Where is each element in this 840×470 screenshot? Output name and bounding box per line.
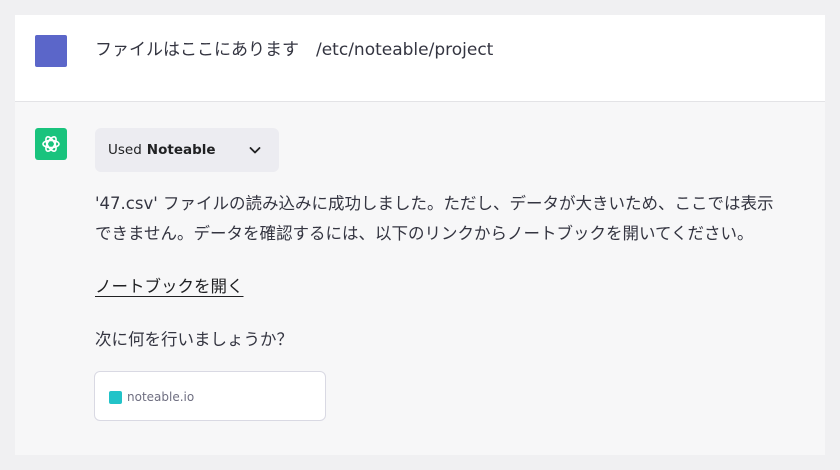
- link-preview-card[interactable]: noteable.io: [94, 371, 326, 421]
- user-message: ファイルはここにあります /etc/noteable/project: [15, 15, 825, 102]
- openai-logo-icon: [35, 128, 67, 160]
- user-avatar: [35, 35, 67, 67]
- link-card-domain: noteable.io: [127, 390, 195, 404]
- open-notebook-link[interactable]: ノートブックを開く: [95, 273, 244, 301]
- assistant-response: '47.csv' ファイルの読み込みに成功しました。ただし、データが大きいため、…: [95, 189, 820, 249]
- chat-window: ファイルはここにあります /etc/noteable/project Used …: [15, 15, 825, 455]
- plugin-used-toggle[interactable]: Used Noteable: [95, 128, 279, 172]
- plugin-used-label: Used: [108, 142, 142, 158]
- user-message-text: ファイルはここにあります /etc/noteable/project: [95, 40, 494, 60]
- response-line-1: '47.csv' ファイルの読み込みに成功しました。ただし、データが大きいため、…: [95, 194, 774, 213]
- response-line-2: できません。データを確認するには、以下のリンクからノートブックを開いてください。: [95, 224, 754, 243]
- noteable-favicon-icon: [109, 391, 122, 404]
- assistant-message: Used Noteable '47.csv' ファイルの読み込みに成功しました。…: [15, 102, 825, 455]
- chevron-down-icon: [249, 147, 261, 154]
- openai-logo-icon-graphic: [42, 136, 60, 152]
- follow-up-question: 次に何を行いましょうか？: [95, 330, 293, 349]
- plugin-name: Noteable: [146, 142, 216, 158]
